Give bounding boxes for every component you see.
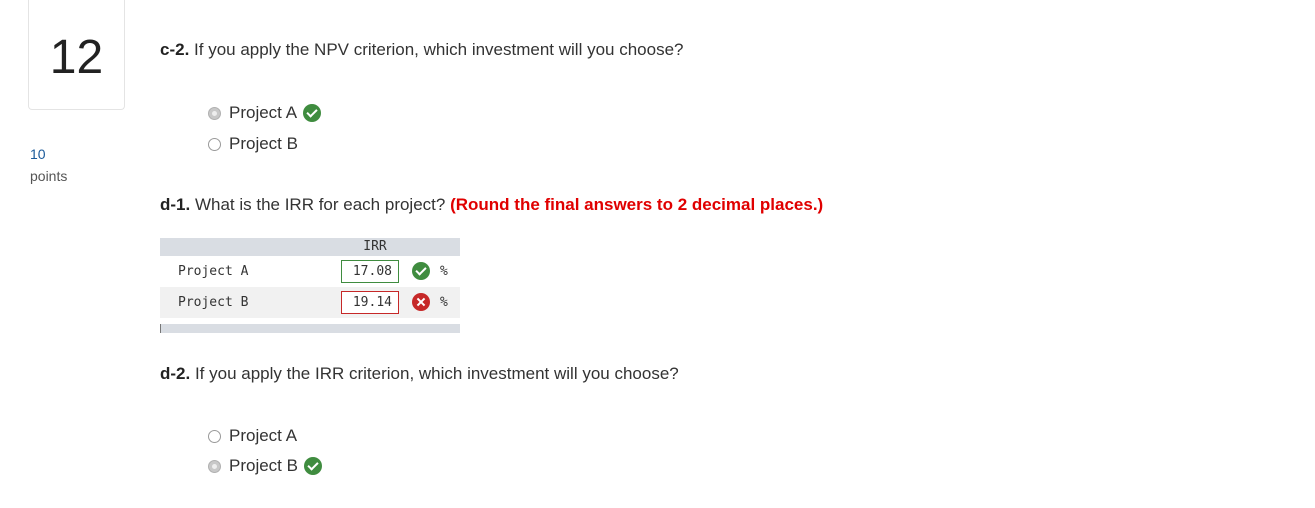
question-c2: c-2. If you apply the NPV criterion, whi… [160, 40, 683, 60]
row-label: Project B [178, 295, 249, 310]
radio-button[interactable] [208, 459, 221, 473]
question-d2-label: d-2. [160, 364, 191, 383]
question-d1-label: d-1. [160, 195, 191, 214]
irr-table-footer [160, 324, 460, 333]
question-c2-label: c-2. [160, 40, 190, 59]
question-d2-text: If you apply the IRR criterion, which in… [190, 364, 679, 383]
question-number: 12 [49, 31, 104, 84]
table-row: Project B 19.14 % [160, 287, 460, 318]
irr-column-header: IRR [363, 239, 387, 254]
question-d1: d-1. What is the IRR for each project? (… [160, 195, 823, 215]
points-label: points [30, 168, 68, 184]
d2-option-project-a[interactable]: Project A [208, 425, 297, 447]
question-d1-text: What is the IRR for each project? [190, 195, 451, 214]
irr-input-project-b[interactable]: 19.14 [341, 291, 399, 314]
c2-option-project-b[interactable]: Project B [208, 133, 298, 155]
rounding-instruction: (Round the final answers to 2 decimal pl… [450, 195, 824, 214]
irr-input-project-a[interactable]: 17.08 [341, 260, 399, 283]
row-label: Project A [178, 264, 249, 279]
table-row: Project A 17.08 % [160, 256, 460, 287]
c2-option-project-a[interactable]: Project A [208, 102, 322, 124]
check-circle-icon [412, 262, 430, 280]
radio-button[interactable] [208, 429, 221, 443]
radio-button[interactable] [208, 137, 221, 151]
check-circle-icon [303, 457, 322, 475]
option-label: Project A [229, 103, 298, 122]
radio-button[interactable] [208, 106, 221, 120]
check-circle-icon [303, 104, 322, 122]
points-value: 10 [30, 146, 46, 162]
question-number-box: 12 [28, 0, 125, 110]
percent-unit: % [440, 264, 448, 279]
question-d2: d-2. If you apply the IRR criterion, whi… [160, 364, 679, 384]
x-circle-icon [412, 293, 430, 311]
question-c2-text: If you apply the NPV criterion, which in… [189, 40, 684, 59]
option-label: Project B [229, 134, 298, 153]
option-label: Project A [229, 426, 298, 445]
irr-table: IRR Project A 17.08 % Project B 19.14 % [160, 238, 460, 333]
percent-unit: % [440, 295, 448, 310]
option-label: Project B [229, 456, 298, 475]
d2-option-project-b[interactable]: Project B [208, 455, 322, 477]
irr-table-header: IRR [160, 238, 460, 256]
